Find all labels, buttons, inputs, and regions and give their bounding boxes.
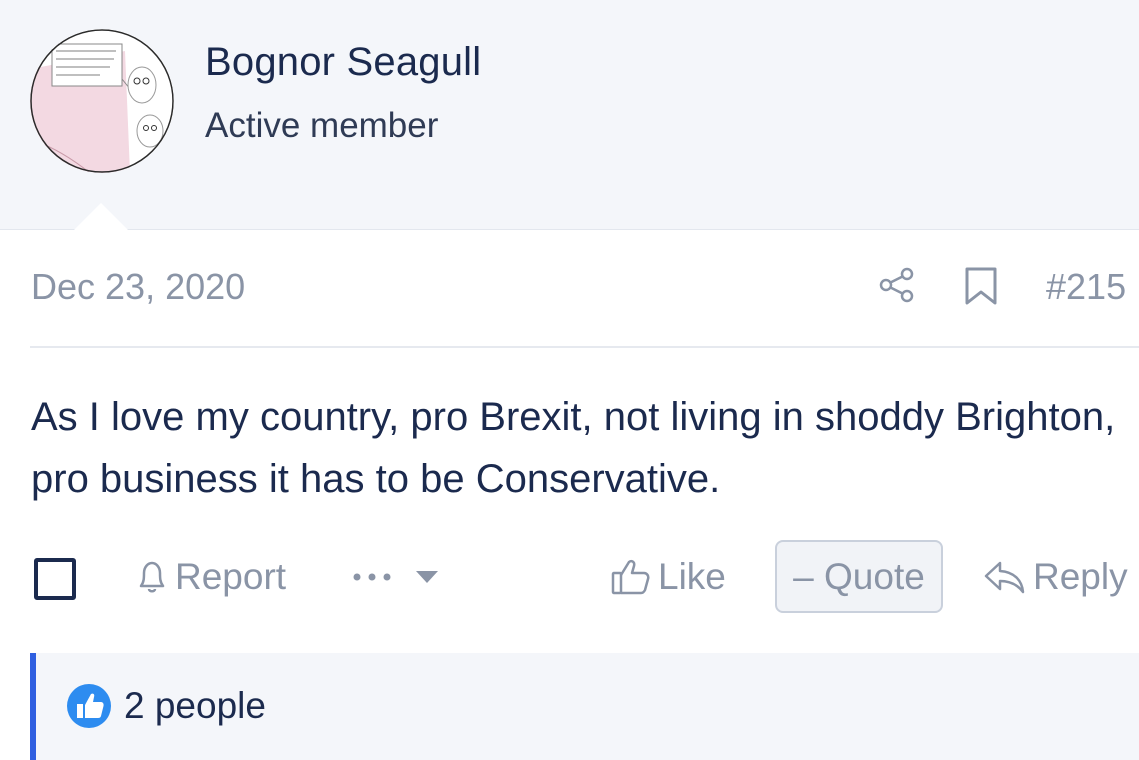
avatar-cartoon-image xyxy=(30,29,174,173)
quote-label: Quote xyxy=(824,555,925,597)
like-button[interactable]: Like xyxy=(610,553,726,601)
select-post-checkbox[interactable] xyxy=(34,558,76,600)
report-label: Report xyxy=(175,556,287,597)
reply-button[interactable]: Reply xyxy=(983,553,1128,601)
bookmark-icon[interactable] xyxy=(963,266,999,306)
reply-arrow-icon xyxy=(984,561,1025,594)
quote-dash-icon: – xyxy=(793,555,825,597)
post-header: Bognor Seagull Active member xyxy=(0,0,1139,230)
post-number-link[interactable]: #215 xyxy=(1046,265,1126,309)
bell-icon xyxy=(139,561,165,593)
user-title: Active member xyxy=(205,106,439,145)
more-dots-icon xyxy=(353,571,438,583)
more-options-button[interactable] xyxy=(352,553,448,601)
reactions-bar[interactable]: 2 people xyxy=(30,653,1139,760)
report-button[interactable]: Report xyxy=(135,553,286,601)
reply-label: Reply xyxy=(1033,556,1128,597)
share-icon[interactable] xyxy=(877,265,917,305)
user-avatar[interactable] xyxy=(30,29,174,173)
post-date-link[interactable]: Dec 23, 2020 xyxy=(31,265,245,309)
reaction-summary-link[interactable]: 2 people xyxy=(124,682,266,730)
thumbs-up-icon xyxy=(611,559,650,595)
post-divider xyxy=(30,346,1139,348)
like-label: Like xyxy=(658,556,726,597)
username-link[interactable]: Bognor Seagull xyxy=(205,38,481,86)
post-message: As I love my country, pro Brexit, not li… xyxy=(31,395,1116,501)
like-reaction-icon xyxy=(67,684,111,728)
quote-button[interactable]: – Quote xyxy=(775,540,943,613)
header-pointer xyxy=(74,203,128,230)
